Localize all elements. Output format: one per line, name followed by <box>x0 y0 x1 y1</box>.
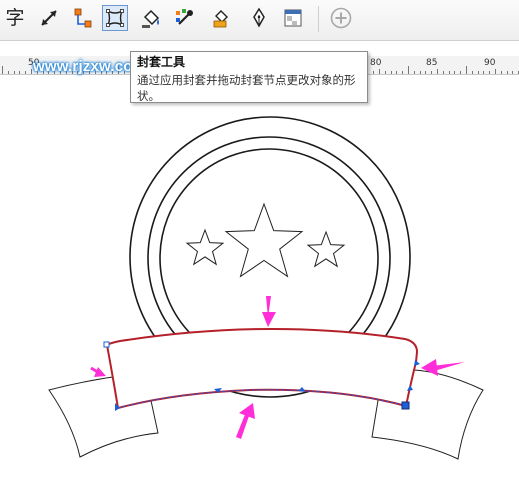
toolbar: 字 <box>0 0 519 41</box>
ruler-tick <box>384 71 386 74</box>
ruler-tick <box>431 71 433 74</box>
tooltip-title: 封套工具 <box>137 55 186 69</box>
ruler-tick <box>460 71 462 74</box>
interactive-fill-tool-button[interactable] <box>208 5 234 31</box>
ruler-tick <box>500 71 502 74</box>
ruler-tick <box>425 71 427 74</box>
ruler-tick <box>448 71 450 74</box>
ruler-tick <box>495 69 496 74</box>
add-tool-button[interactable] <box>328 5 354 31</box>
ruler-tick <box>477 71 479 74</box>
pen-outline-tool-button[interactable] <box>246 5 272 31</box>
tooltip-description: 通过应用封套并拖动封套节点更改对象的形状。 <box>137 73 356 103</box>
ruler-tick <box>379 69 380 74</box>
pointer-arrow-top <box>262 296 276 327</box>
envelope-tool-icon <box>106 9 124 27</box>
eyedropper-icon <box>176 9 193 25</box>
ruler-tick <box>396 71 398 74</box>
envelope-node-selected[interactable] <box>401 401 410 410</box>
ruler-tick <box>413 71 415 74</box>
ruler-label: 85 <box>426 58 438 68</box>
ruler-label: 90 <box>484 58 496 68</box>
transparency-tool-button[interactable] <box>280 5 306 31</box>
ruler-tick <box>512 71 514 74</box>
envelope-tool-tooltip: 封套工具 通过应用封套并拖动封套节点更改对象的形状。 <box>130 51 368 103</box>
dimension-tool-button[interactable] <box>36 5 62 31</box>
envelope-node[interactable] <box>103 341 110 348</box>
ruler-tick <box>25 71 27 74</box>
text-tool-button[interactable]: 字 <box>2 5 28 31</box>
fill-bucket-icon <box>142 9 160 28</box>
ruler-tick <box>390 71 392 74</box>
text-tool-icon: 字 <box>5 6 25 29</box>
connector-tool-button[interactable] <box>70 5 96 31</box>
ruler-tick <box>2 66 3 74</box>
ruler-tick <box>19 71 21 74</box>
center-star[interactable] <box>224 202 304 278</box>
ruler-tick <box>408 66 409 74</box>
pointer-arrow-bottom <box>236 403 255 439</box>
ruler-tick <box>7 71 9 74</box>
ruler-tick <box>437 69 438 74</box>
ruler-tick <box>454 71 456 74</box>
dimension-tool-icon <box>41 10 57 26</box>
toolbar-separator <box>318 6 319 32</box>
ruler-tick <box>13 71 15 74</box>
ruler-tick <box>483 71 485 74</box>
connector-tool-icon <box>74 8 92 28</box>
envelope-tool-button[interactable] <box>102 5 128 31</box>
interactive-fill-icon <box>213 10 228 28</box>
left-star[interactable] <box>185 228 225 266</box>
pen-nib-icon <box>253 7 265 28</box>
ruler-tick <box>373 71 375 74</box>
eyedropper-tool-button[interactable] <box>172 5 198 31</box>
ruler-label: 80 <box>370 58 382 68</box>
ruler-tick <box>31 69 32 74</box>
ruler-tick <box>466 66 467 74</box>
ruler-tick <box>442 71 444 74</box>
right-star[interactable] <box>306 230 346 268</box>
drawing-canvas[interactable] <box>0 75 519 486</box>
ruler-tick <box>419 71 421 74</box>
ruler-tick <box>471 71 473 74</box>
ruler-tick <box>402 71 404 74</box>
plus-circle-icon <box>330 7 352 29</box>
transparency-icon <box>284 9 302 27</box>
pointer-arrow-left <box>90 366 106 377</box>
fill-tool-button[interactable] <box>138 5 164 31</box>
ruler-tick <box>489 71 491 74</box>
ruler-tick <box>506 71 508 74</box>
